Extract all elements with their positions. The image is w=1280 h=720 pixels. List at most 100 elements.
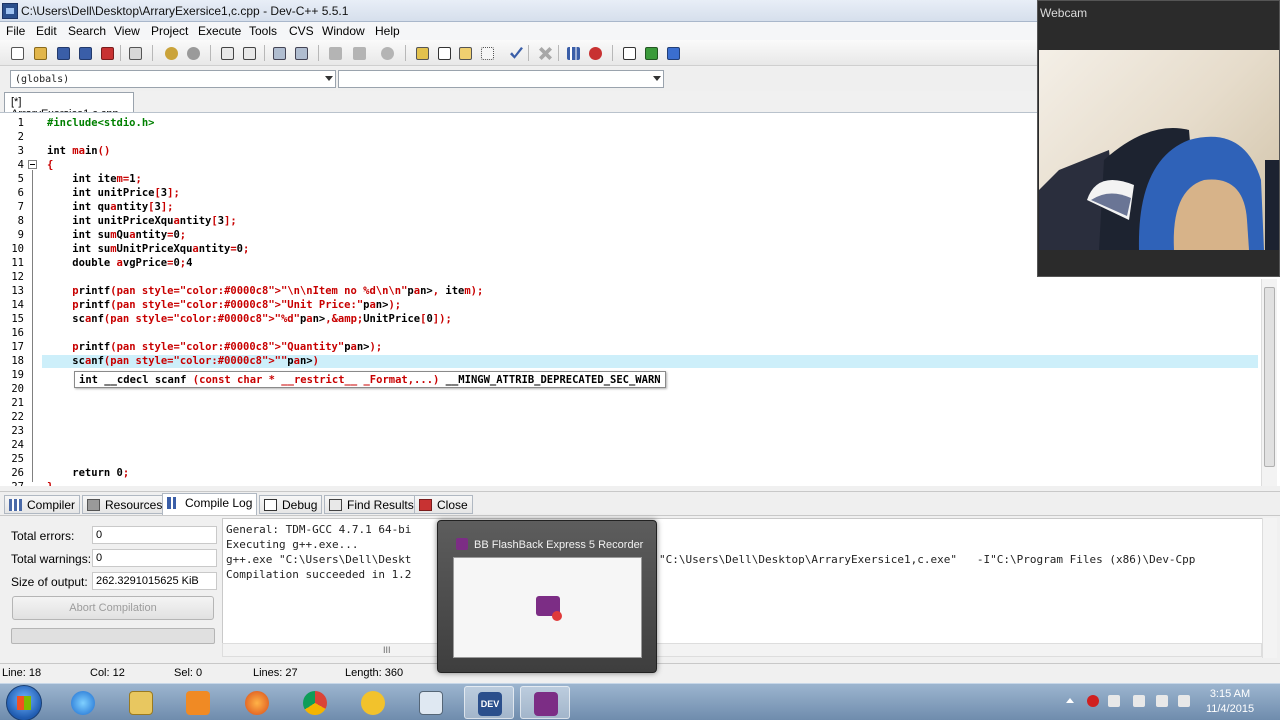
undo-button[interactable] (162, 44, 180, 62)
taskbar-ie[interactable] (58, 686, 108, 719)
replace-button[interactable] (240, 44, 258, 62)
menu-project[interactable]: Project (151, 24, 188, 38)
tab-resources[interactable]: Resources (82, 495, 168, 514)
webcam-window[interactable]: Webcam (1037, 0, 1280, 277)
chevron-down-icon (653, 76, 661, 81)
status-col: Col: 12 (90, 667, 125, 679)
debug-icon (264, 499, 277, 511)
save-all-button[interactable] (76, 44, 94, 62)
background-object (1265, 160, 1279, 250)
log-line: g++.exe "C:\Users\Dell\Deskt (226, 553, 412, 566)
taskbar-notepad[interactable] (406, 686, 456, 719)
line-number: 22 (11, 411, 24, 423)
tab-close[interactable]: Close (414, 495, 473, 514)
log-horizontal-scrollbar[interactable]: III (222, 643, 1262, 657)
print-button[interactable] (126, 44, 144, 62)
log-vertical-scrollbar[interactable] (1262, 518, 1277, 658)
taskbar-explorer[interactable] (116, 686, 166, 719)
exit-icon[interactable] (664, 44, 682, 62)
redo-button[interactable] (184, 44, 202, 62)
chrome-icon (303, 691, 327, 715)
total-errors-label: Total errors: (11, 529, 75, 543)
tray-clock[interactable]: 3:15 AM 11/4/2015 (1200, 687, 1260, 717)
menu-file[interactable]: File (6, 24, 25, 38)
line-number: 11 (11, 257, 24, 269)
project-icon[interactable] (413, 44, 431, 62)
window-icon[interactable] (435, 44, 453, 62)
class-browser-bar: (globals) (0, 67, 1040, 91)
taskbar-firefox[interactable] (232, 686, 282, 719)
tab-find-results-label: Find Results (347, 498, 414, 512)
close-file-button[interactable] (98, 44, 116, 62)
menu-cvs[interactable]: CVS (289, 24, 314, 38)
editor-scroll-thumb[interactable] (1264, 287, 1275, 467)
tray-network-icon[interactable] (1133, 695, 1145, 707)
show-hidden-icons-button[interactable] (1066, 698, 1074, 703)
bookmark-next-button[interactable] (350, 44, 368, 62)
clock-time: 3:15 AM (1209, 688, 1251, 700)
line-number: 3 (17, 145, 24, 157)
tab-compiler[interactable]: Compiler (4, 495, 81, 514)
action-center-icon[interactable] (1156, 695, 1168, 707)
editor-vertical-scrollbar[interactable] (1261, 279, 1277, 486)
abort-compilation-button[interactable]: Abort Compilation (12, 596, 214, 620)
start-button[interactable] (6, 685, 42, 720)
flashback-recorder-popup[interactable]: BB FlashBack Express 5 Recorder (437, 520, 657, 673)
menu-view[interactable]: View (114, 24, 140, 38)
code-line: int sumUnitPriceXquantity=0; (47, 243, 250, 255)
tray-tool-icon[interactable] (1108, 695, 1120, 707)
devcpp-app-icon[interactable] (2, 3, 18, 19)
flashback-preview[interactable] (453, 557, 642, 658)
taskbar-devcpp[interactable]: DEV (464, 686, 514, 719)
profile-icon[interactable] (586, 44, 604, 62)
menu-help[interactable]: Help (375, 24, 400, 38)
new-file-button[interactable] (8, 44, 26, 62)
chart-icon[interactable] (564, 44, 582, 62)
volume-icon[interactable] (1178, 695, 1190, 707)
tray-app-icon[interactable] (1087, 695, 1099, 707)
bookmark-prev-button[interactable] (326, 44, 344, 62)
stop-button[interactable] (536, 44, 554, 62)
line-number: 16 (11, 327, 24, 339)
grid-icon (9, 499, 22, 511)
taskbar-app-yellow[interactable] (348, 686, 398, 719)
menu-tools[interactable]: Tools (249, 24, 277, 38)
tab-arrayexersice1[interactable]: [*] ArraryExersice1,c.cpp (4, 92, 134, 120)
menu-search[interactable]: Search (68, 24, 106, 38)
app-icon (361, 691, 385, 715)
globals-combo[interactable]: (globals) (10, 70, 336, 88)
total-warnings-label: Total warnings: (11, 552, 92, 566)
close-icon (419, 499, 432, 511)
menu-edit[interactable]: Edit (36, 24, 57, 38)
indent-button[interactable] (270, 44, 288, 62)
members-combo[interactable] (338, 70, 664, 88)
menu-execute[interactable]: Execute (198, 24, 241, 38)
tab-compile-log[interactable]: Compile Log (162, 493, 258, 515)
goto-line-button[interactable] (378, 44, 396, 62)
log-line: Executing g++.exe... (226, 538, 359, 551)
compile-log-output[interactable]: General: TDM-GCC 4.7.1 64-bi Executing g… (222, 518, 1270, 646)
login-icon[interactable] (642, 44, 660, 62)
goto-icon[interactable] (620, 44, 638, 62)
menu-window[interactable]: Window (322, 24, 365, 38)
chevron-down-icon (325, 76, 333, 81)
grid-icon[interactable] (478, 44, 496, 62)
taskbar-chrome[interactable] (290, 686, 340, 719)
open-file-button[interactable] (31, 44, 49, 62)
bottom-panel-tabs: Compiler Resources Compile Log Debug Fin… (0, 491, 1280, 515)
tab-debug[interactable]: Debug (259, 495, 323, 514)
code-line: int quantity[3]; (47, 201, 174, 213)
fold-toggle[interactable] (28, 160, 37, 169)
toolbar-separator (210, 45, 211, 61)
save-button[interactable] (54, 44, 72, 62)
layout-icon[interactable] (456, 44, 474, 62)
taskbar-media-player[interactable] (173, 686, 223, 719)
line-number: 8 (17, 215, 24, 227)
unindent-button[interactable] (292, 44, 310, 62)
log-scroll-grip[interactable]: III (383, 646, 395, 655)
compile-check-button[interactable] (507, 44, 525, 62)
log-line: General: TDM-GCC 4.7.1 64-bi (226, 523, 412, 536)
taskbar-flashback[interactable] (520, 686, 570, 719)
find-button[interactable] (218, 44, 236, 62)
tab-find-results[interactable]: Find Results (324, 495, 419, 514)
